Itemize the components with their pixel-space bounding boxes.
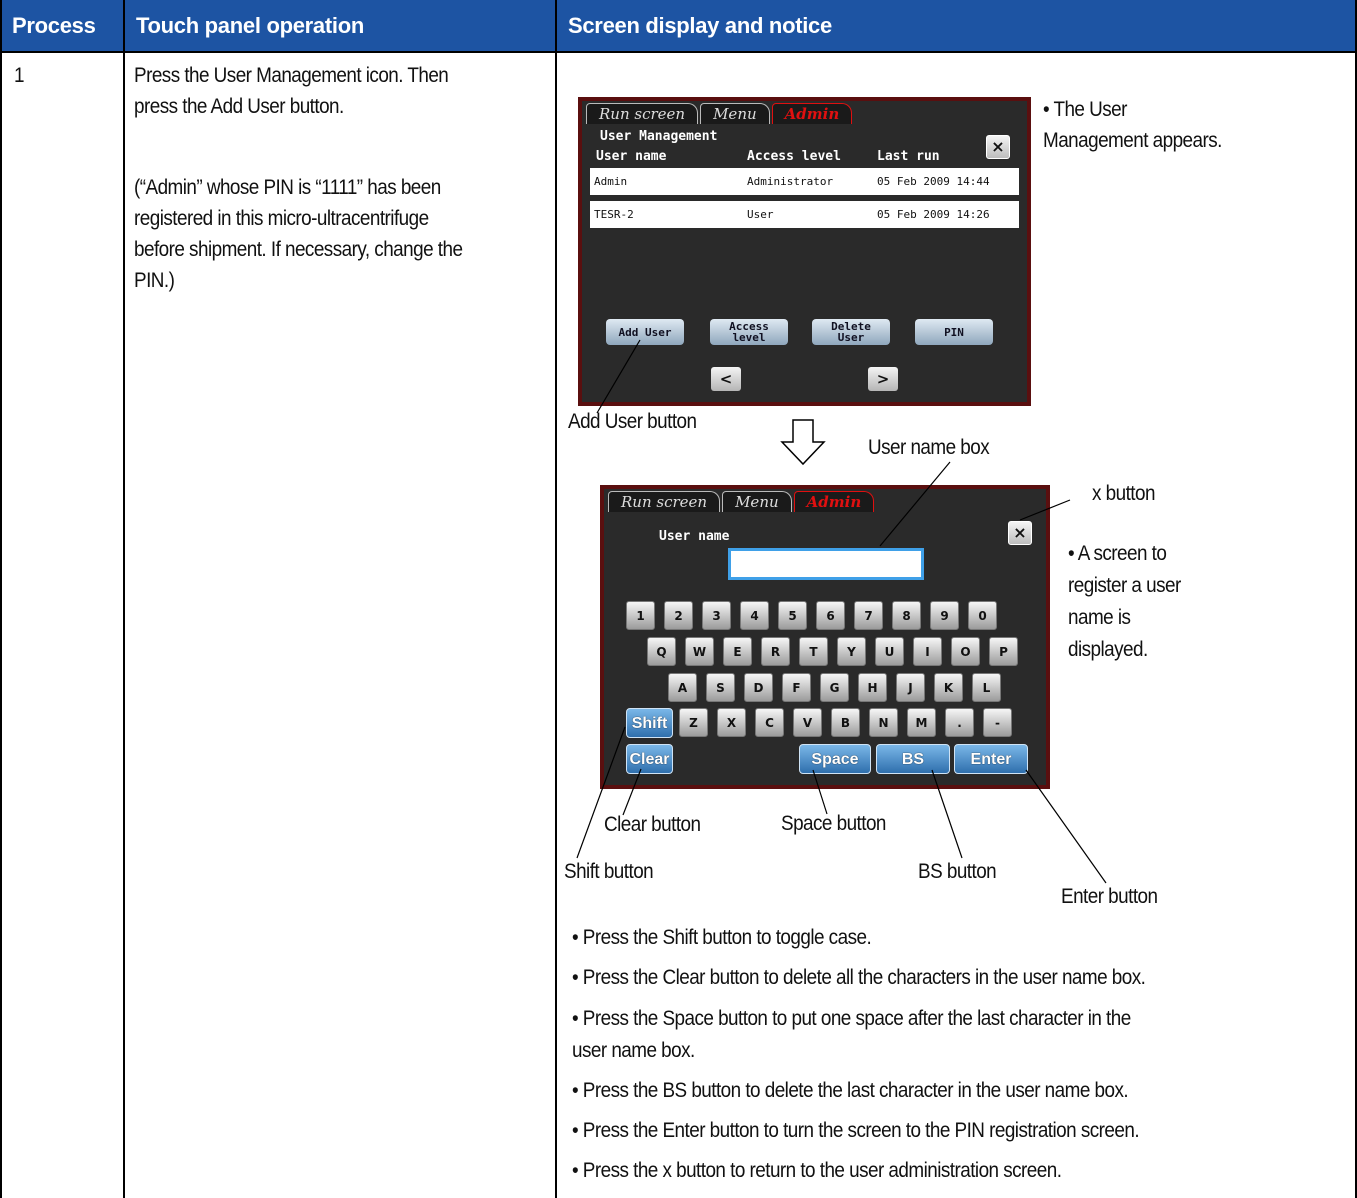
callout-x-button: x button xyxy=(1092,482,1155,505)
note-space: • Press the Space button to put one spac… xyxy=(572,1007,1131,1030)
leader-bs xyxy=(931,769,963,859)
note-enter: • Press the Enter button to turn the scr… xyxy=(572,1119,1140,1142)
leader-shift xyxy=(576,726,626,859)
leader-add-user xyxy=(596,339,641,414)
callout-enter: Enter button xyxy=(1061,885,1158,908)
leader-space xyxy=(812,769,828,815)
leader-clear xyxy=(622,768,642,816)
callout-bs: BS button xyxy=(918,860,997,883)
callout-user-name-box: User name box xyxy=(868,436,990,459)
note-shift: • Press the Shift button to toggle case. xyxy=(572,926,872,949)
callout-clear: Clear button xyxy=(604,813,701,836)
leader-x-button xyxy=(1019,499,1071,521)
callout-space: Space button xyxy=(781,812,886,835)
note-bs: • Press the BS button to delete the last… xyxy=(572,1079,1129,1102)
callout-shift: Shift button xyxy=(564,860,654,883)
note-clear: • Press the Clear button to delete all t… xyxy=(572,966,1146,989)
note-space-cont: user name box. xyxy=(572,1039,695,1062)
callout-add-user: Add User button xyxy=(568,410,697,433)
note-x: • Press the x button to return to the us… xyxy=(572,1159,1062,1182)
leader-enter xyxy=(1025,769,1107,884)
leader-user-name-box xyxy=(879,461,951,547)
